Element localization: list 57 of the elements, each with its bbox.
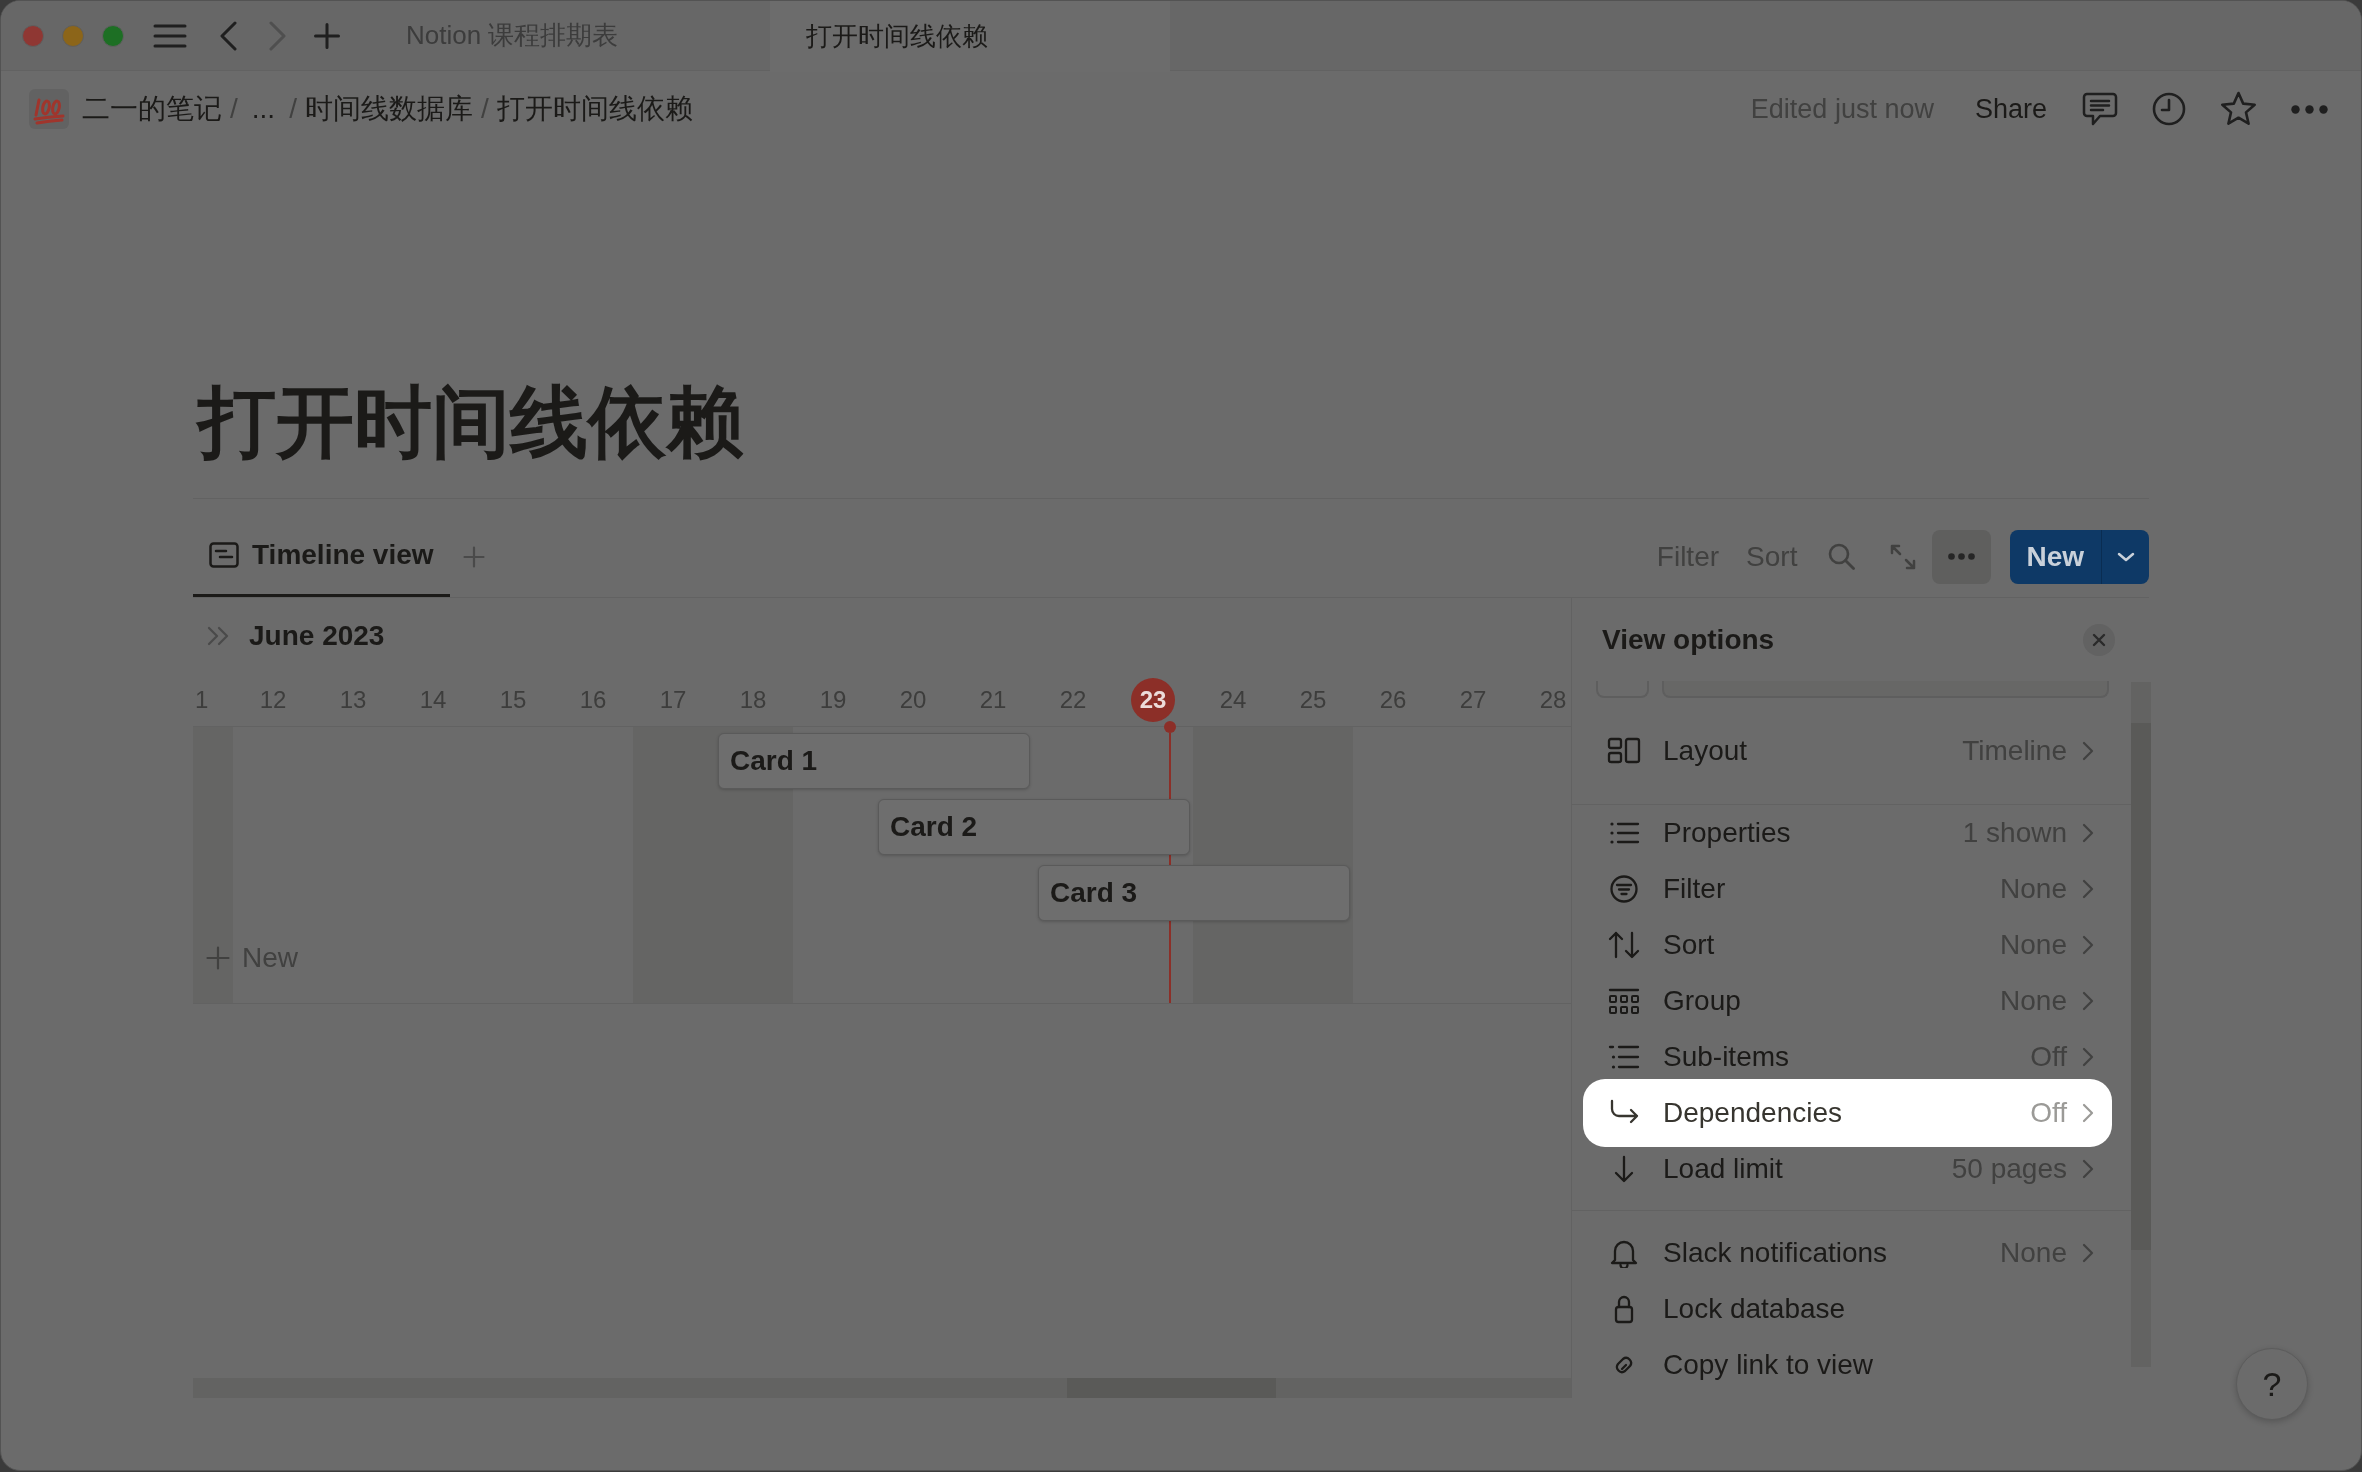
chevron-right-icon [2082, 1159, 2094, 1179]
menu-icon[interactable] [153, 23, 187, 48]
panel-title: View options [1602, 622, 1775, 657]
timeline-card[interactable]: Card 2 [878, 799, 1190, 855]
more-options-button[interactable] [1932, 529, 1992, 584]
filter-icon [1607, 874, 1641, 904]
chevron-right-icon [2082, 1103, 2094, 1123]
help-button[interactable]: ? [2236, 1348, 2308, 1420]
view-tab[interactable]: Timeline view [193, 516, 450, 597]
star-icon[interactable] [2220, 91, 2257, 127]
plus-icon [206, 946, 230, 970]
close-window-icon[interactable] [22, 24, 44, 47]
view-option-item[interactable]: Copy link to view [1583, 1337, 2112, 1393]
plus-icon[interactable] [462, 545, 485, 568]
caret-icon [2116, 551, 2135, 562]
view-option-item[interactable]: Lock database [1583, 1281, 2112, 1337]
breadcrumb-separator: / [230, 92, 238, 126]
chevron-right-icon [2082, 1047, 2094, 1067]
chevron-right-icon [2082, 741, 2094, 761]
chevron-right-icon [2082, 879, 2094, 899]
timeline-icon [209, 542, 239, 568]
layout-icon [1607, 736, 1641, 766]
today-date: 23 [1131, 677, 1175, 722]
double-chevron-icon[interactable] [207, 625, 230, 646]
breadcrumb-link[interactable]: 时间线数据库 [304, 88, 473, 130]
chevron-right-icon [2082, 991, 2094, 1011]
close-icon[interactable] [2083, 623, 2115, 656]
comment-icon[interactable] [2082, 92, 2118, 126]
hundred-emoji-icon[interactable] [29, 89, 69, 129]
clock-icon[interactable] [2152, 92, 2186, 126]
chevron-right-icon [2082, 935, 2094, 955]
expand-icon[interactable] [1890, 543, 1917, 570]
timeline-card[interactable]: Card 3 [1038, 865, 1350, 921]
breadcrumb-link[interactable]: 打开时间线依赖 [496, 88, 693, 130]
more-icon[interactable] [2291, 104, 2328, 114]
page-title: 打开时间线依赖 [193, 375, 2149, 499]
view-option-item[interactable]: Dependencies Off [1583, 1079, 2112, 1147]
new-button[interactable]: New [2010, 529, 2101, 584]
timeline-card[interactable]: Card 1 [718, 733, 1030, 789]
breadcrumb-link[interactable]: ... [251, 88, 276, 130]
breadcrumb-separator: / [289, 92, 297, 126]
plus-icon[interactable] [314, 22, 340, 49]
search-icon[interactable] [1828, 543, 1856, 570]
month-label: June 2023 [249, 618, 385, 653]
sort-icon [1607, 930, 1641, 960]
new-dropdown-button[interactable] [2101, 529, 2149, 584]
chevron-left-icon[interactable] [218, 20, 238, 51]
chevron-right-icon [2082, 1243, 2094, 1263]
share-button[interactable]: Share [1974, 88, 2047, 130]
chevron-right-icon [2082, 823, 2094, 843]
minimize-window-icon[interactable] [62, 24, 84, 47]
breadcrumb-separator: / [480, 92, 489, 126]
breadcrumb-link[interactable]: 二一的笔记 [82, 88, 222, 130]
grid-icon [1607, 986, 1641, 1016]
window-tab[interactable]: 打开时间线依赖 [770, 1, 1170, 72]
more-icon [1948, 553, 1976, 560]
maximize-window-icon[interactable] [102, 24, 124, 47]
